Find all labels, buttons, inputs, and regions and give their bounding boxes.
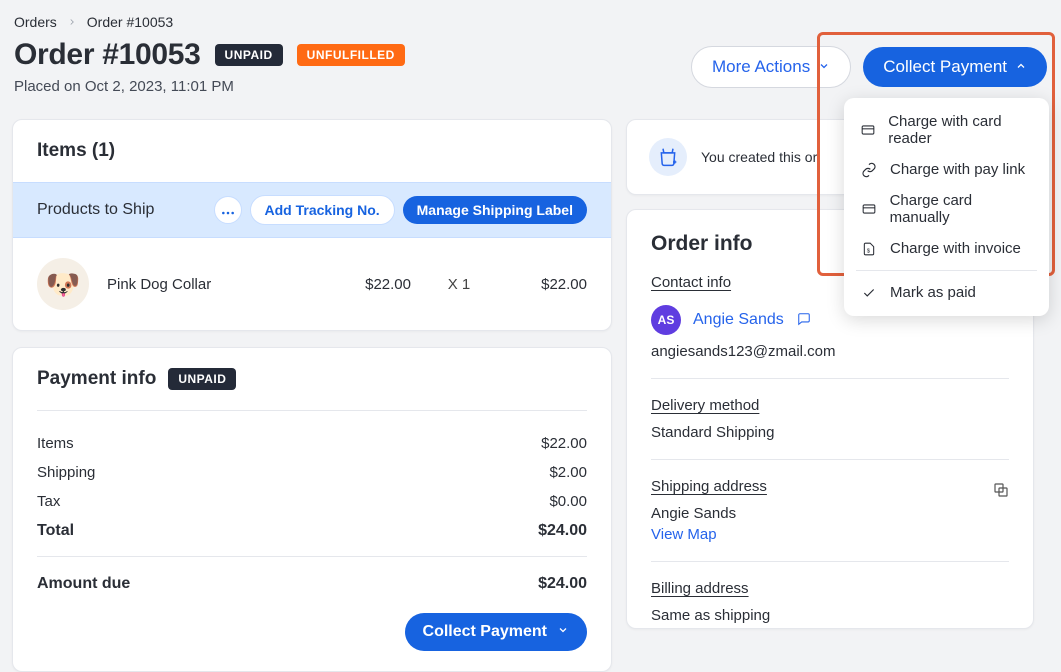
divider: [651, 561, 1009, 562]
breadcrumb-current: Order #10053: [87, 14, 173, 30]
credit-card-icon: [860, 202, 878, 216]
product-line-total: $22.00: [507, 276, 587, 293]
contact-info-label[interactable]: Contact info: [651, 274, 731, 291]
contact-name-link[interactable]: Angie Sands: [693, 311, 784, 329]
product-price: $22.00: [331, 276, 411, 293]
breadcrumb-root[interactable]: Orders: [14, 14, 57, 30]
check-icon: [860, 286, 878, 300]
contact-email: angiesands123@zmail.com: [651, 343, 1009, 360]
placed-timestamp: Placed on Oct 2, 2023, 11:01 PM: [14, 78, 405, 95]
view-map-link[interactable]: View Map: [651, 526, 717, 543]
pay-shipping-value: $2.00: [549, 464, 587, 481]
dropdown-item-pay-link[interactable]: Charge with pay link: [844, 154, 1049, 185]
page-title: Order #10053: [14, 38, 201, 72]
payment-card-title: Payment info: [37, 368, 156, 390]
dropdown-item-card-reader[interactable]: Charge with card reader: [844, 106, 1049, 154]
dropdown-item-label: Charge with pay link: [890, 161, 1025, 178]
pay-total-value: $24.00: [538, 522, 587, 540]
shipping-name: Angie Sands: [651, 505, 1009, 522]
shipping-address-label[interactable]: Shipping address: [651, 478, 767, 495]
dropdown-item-invoice[interactable]: $ Charge with invoice: [844, 233, 1049, 264]
collect-payment-inline-label: Collect Payment: [423, 623, 547, 641]
copy-icon[interactable]: [993, 482, 1009, 501]
billing-value: Same as shipping: [651, 607, 1009, 624]
invoice-icon: $: [860, 241, 878, 257]
dropdown-item-label: Charge card manually: [890, 192, 1033, 226]
dropdown-item-card-manual[interactable]: Charge card manually: [844, 185, 1049, 233]
dropdown-item-label: Charge with invoice: [890, 240, 1021, 257]
pay-due-value: $24.00: [538, 575, 587, 593]
status-badge-unfulfilled: UNFULFILLED: [297, 44, 405, 66]
billing-address-label[interactable]: Billing address: [651, 580, 749, 597]
collect-payment-label: Collect Payment: [883, 57, 1007, 77]
product-name: Pink Dog Collar: [107, 276, 313, 293]
dropdown-item-label: Mark as paid: [890, 284, 976, 301]
breadcrumb: Orders Order #10053: [10, 10, 1051, 38]
status-badge-unpaid: UNPAID: [215, 44, 283, 66]
chevron-right-icon: [67, 14, 77, 30]
more-actions-label: More Actions: [712, 57, 810, 77]
bag-plus-icon: [649, 138, 687, 176]
pay-tax-value: $0.00: [549, 493, 587, 510]
more-options-button[interactable]: [214, 196, 242, 224]
divider: [651, 459, 1009, 460]
manage-shipping-label-button[interactable]: Manage Shipping Label: [403, 196, 587, 224]
pay-due-label: Amount due: [37, 575, 130, 593]
pay-items-value: $22.00: [541, 435, 587, 452]
chevron-down-icon: [557, 623, 569, 641]
chat-icon[interactable]: [796, 312, 812, 329]
product-image: 🐶: [37, 258, 89, 310]
payment-card: Payment info UNPAID Items $22.00 Shippin…: [12, 347, 612, 672]
chevron-down-icon: [818, 57, 830, 77]
pay-shipping-label: Shipping: [37, 464, 95, 481]
dropdown-item-label: Charge with card reader: [888, 113, 1033, 147]
divider: [651, 378, 1009, 379]
pay-items-label: Items: [37, 435, 74, 452]
link-icon: [860, 162, 878, 178]
delivery-method-label[interactable]: Delivery method: [651, 397, 759, 414]
payment-status-badge: UNPAID: [168, 368, 236, 390]
items-card-title: Items (1): [37, 140, 587, 162]
chevron-up-icon: [1015, 57, 1027, 77]
dropdown-divider: [856, 270, 1037, 271]
product-quantity: X 1: [429, 276, 489, 293]
products-to-ship-label: Products to Ship: [37, 201, 154, 219]
delivery-method-value: Standard Shipping: [651, 424, 1009, 441]
pay-total-label: Total: [37, 522, 74, 540]
more-actions-button[interactable]: More Actions: [691, 46, 851, 88]
collect-payment-inline-button[interactable]: Collect Payment: [405, 613, 587, 651]
activity-text: You created this or: [701, 149, 817, 165]
dots-icon: [221, 202, 235, 218]
pay-tax-label: Tax: [37, 493, 60, 510]
svg-text:$: $: [867, 248, 871, 254]
collect-payment-dropdown: Charge with card reader Charge with pay …: [844, 98, 1049, 316]
dropdown-item-mark-paid[interactable]: Mark as paid: [844, 277, 1049, 308]
items-card: Items (1) Products to Ship Add Tracking …: [12, 119, 612, 331]
line-item-row: 🐶 Pink Dog Collar $22.00 X 1 $22.00: [13, 238, 611, 330]
avatar: AS: [651, 305, 681, 335]
card-reader-icon: [860, 123, 876, 137]
add-tracking-button[interactable]: Add Tracking No.: [250, 195, 395, 225]
collect-payment-button[interactable]: Collect Payment: [863, 47, 1047, 87]
